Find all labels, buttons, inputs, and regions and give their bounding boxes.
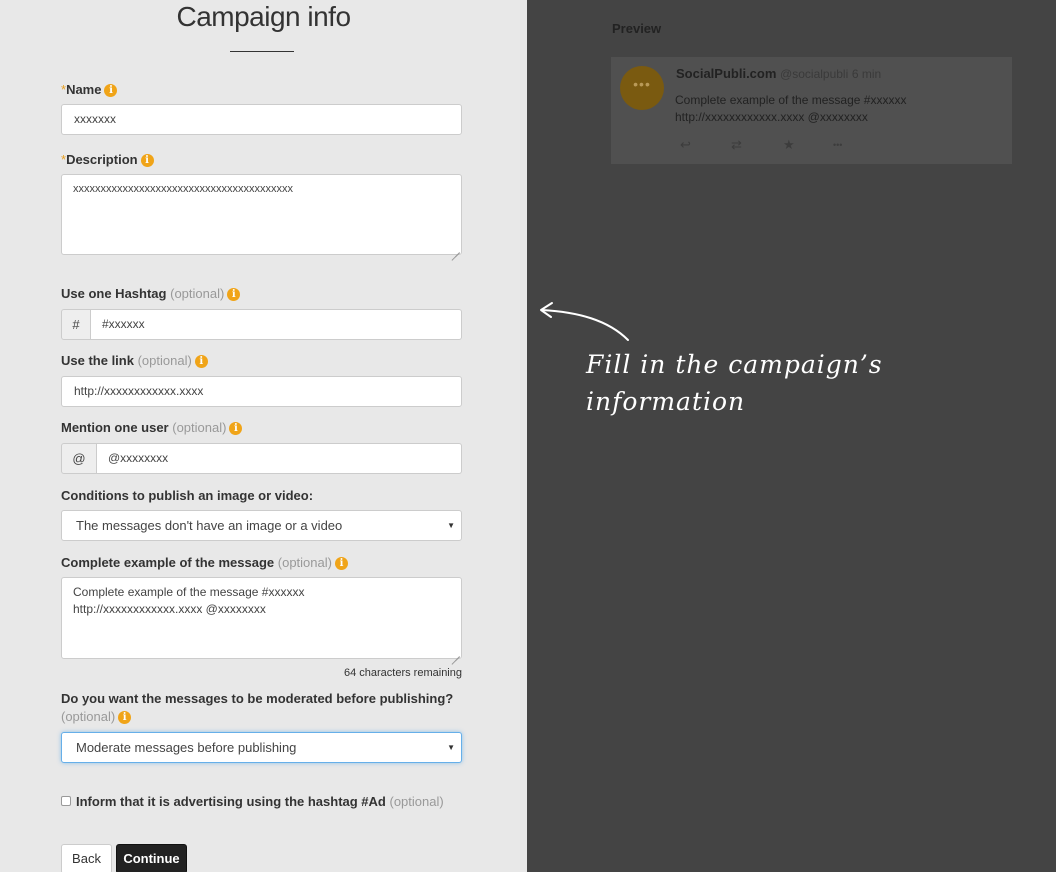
continue-button[interactable]: Continue bbox=[116, 844, 187, 872]
hashtag-addon: # bbox=[61, 309, 91, 340]
info-icon[interactable]: i bbox=[334, 557, 348, 570]
favorite-icon: ★ bbox=[783, 137, 795, 152]
hashtag-input-group: # #xxxxxx bbox=[61, 309, 462, 340]
mention-input-group: @ @xxxxxxxx bbox=[61, 443, 462, 474]
arrow-icon bbox=[540, 302, 629, 341]
info-icon[interactable]: i bbox=[118, 711, 132, 724]
description-textarea[interactable]: xxxxxxxxxxxxxxxxxxxxxxxxxxxxxxxxxxxxxxxx bbox=[61, 174, 462, 255]
retweet-icon: ⇄ bbox=[731, 137, 742, 152]
info-icon[interactable]: i bbox=[194, 355, 208, 368]
chat-bubble-icon: ••• bbox=[633, 76, 651, 92]
moderation-label: Do you want the messages to be moderated… bbox=[61, 691, 454, 706]
preview-time: 6 min bbox=[851, 67, 882, 81]
preview-author: SocialPubli.com @socialpubli 6 min bbox=[676, 66, 882, 81]
preview-label: Preview bbox=[612, 21, 662, 36]
hashtag-label: Use one Hashtag (optional) i bbox=[61, 286, 241, 302]
form-panel: Campaign info *Name i xxxxxxx *Descriptio… bbox=[0, 0, 527, 872]
conditions-label: Conditions to publish an image or video: bbox=[61, 488, 314, 503]
info-icon[interactable]: i bbox=[104, 84, 118, 97]
avatar-bubble-tail bbox=[636, 102, 648, 110]
advertising-checkbox[interactable] bbox=[61, 796, 71, 806]
link-input[interactable]: http://xxxxxxxxxxxx.xxxx bbox=[61, 376, 462, 407]
chevron-down-icon: ▼ bbox=[447, 743, 455, 752]
info-icon[interactable]: i bbox=[140, 154, 154, 167]
link-label: Use the link (optional) i bbox=[61, 353, 208, 369]
preview-handle: @socialpubli bbox=[780, 67, 849, 81]
name-input[interactable]: xxxxxxx bbox=[61, 104, 462, 135]
title-underline bbox=[230, 51, 294, 52]
conditions-select[interactable]: The messages don't have an image or a vi… bbox=[61, 510, 462, 541]
moderation-optional: (optional) i bbox=[61, 709, 132, 725]
back-button[interactable]: Back bbox=[61, 844, 112, 872]
mention-addon: @ bbox=[61, 443, 97, 474]
resize-grip-icon[interactable] bbox=[452, 649, 460, 657]
advertising-label[interactable]: Inform that it is advertising using the … bbox=[76, 794, 444, 810]
name-label: *Name i bbox=[61, 82, 118, 98]
mention-label: Mention one user (optional) i bbox=[61, 420, 243, 436]
moderation-select[interactable]: Moderate messages before publishing ▼ bbox=[61, 732, 462, 763]
info-icon[interactable]: i bbox=[229, 422, 243, 435]
page-title: Campaign info bbox=[176, 1, 351, 32]
description-label: *Description i bbox=[61, 152, 154, 168]
preview-text: Complete example of the message #xxxxxx … bbox=[675, 93, 907, 124]
example-label: Complete example of the message (optiona… bbox=[61, 555, 348, 571]
annotation-text: Fill in the campaign’s information bbox=[586, 350, 883, 416]
more-icon: ••• bbox=[833, 140, 843, 150]
reply-icon: ↩ bbox=[680, 137, 691, 152]
info-icon[interactable]: i bbox=[227, 288, 241, 301]
example-textarea[interactable]: Complete example of the message #xxxxxx … bbox=[61, 577, 462, 659]
resize-grip-icon[interactable] bbox=[452, 245, 460, 253]
mention-input[interactable]: @xxxxxxxx bbox=[97, 443, 462, 474]
chevron-down-icon: ▼ bbox=[447, 521, 455, 530]
hashtag-input[interactable]: #xxxxxx bbox=[91, 309, 462, 340]
characters-remaining: 64 characters remaining bbox=[343, 667, 462, 679]
